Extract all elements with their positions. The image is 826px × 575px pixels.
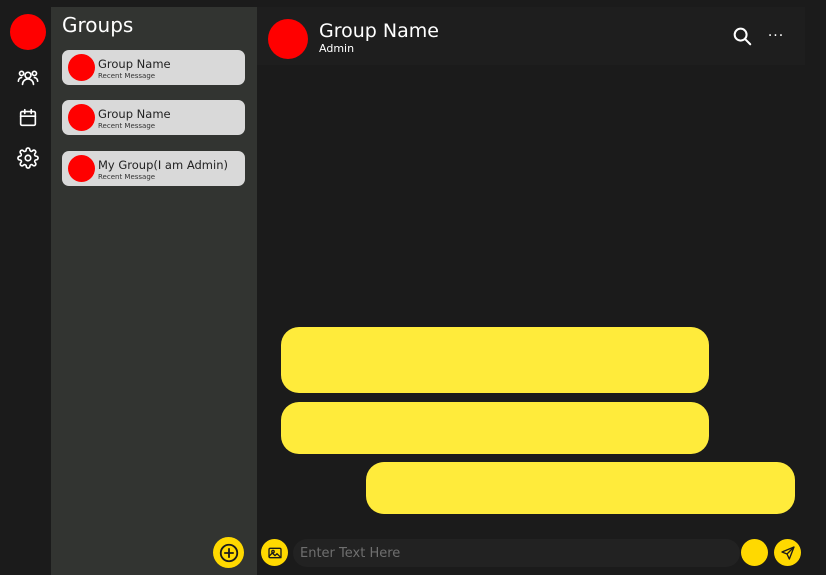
user-avatar[interactable]: [10, 14, 46, 50]
users-icon[interactable]: [17, 67, 39, 89]
chat-user-role: Admin: [319, 42, 355, 55]
image-icon: [267, 547, 282, 558]
nav-rail: [0, 0, 51, 575]
group-recent-message: Recent Message: [98, 122, 156, 130]
group-recent-message: Recent Message: [98, 173, 156, 181]
groups-panel: Groups Group Name Recent Message Group N…: [51, 7, 257, 575]
chat-group-avatar[interactable]: [268, 19, 308, 59]
groups-title: Groups: [62, 13, 134, 37]
group-name: Group Name: [98, 107, 171, 121]
group-avatar: [68, 155, 95, 182]
message-bubble-sent: [366, 462, 795, 514]
group-name: My Group(I am Admin): [98, 158, 228, 172]
group-list-item[interactable]: Group Name Recent Message: [62, 100, 245, 135]
gear-icon[interactable]: [17, 147, 39, 169]
send-icon: [780, 545, 795, 560]
chat-group-name: Group Name: [319, 20, 439, 42]
add-group-button[interactable]: [213, 537, 244, 568]
send-button[interactable]: [774, 539, 801, 566]
group-avatar: [68, 54, 95, 81]
group-list-item[interactable]: Group Name Recent Message: [62, 50, 245, 85]
group-list-item[interactable]: My Group(I am Admin) Recent Message: [62, 151, 245, 186]
message-bubble-received: [281, 402, 709, 454]
attach-image-button[interactable]: [261, 539, 288, 566]
more-icon[interactable]: ···: [765, 25, 787, 47]
chat-messages: [257, 65, 805, 535]
chat-header: Group Name Admin ···: [257, 7, 805, 65]
group-avatar: [68, 104, 95, 131]
message-bubble-received: [281, 327, 709, 393]
group-recent-message: Recent Message: [98, 72, 156, 80]
message-composer: [257, 535, 826, 575]
message-input[interactable]: [293, 539, 740, 567]
emoji-button[interactable]: [741, 539, 768, 566]
search-icon[interactable]: [731, 25, 753, 47]
calendar-icon[interactable]: [17, 107, 39, 129]
plus-circle-icon: [219, 543, 238, 562]
group-name: Group Name: [98, 57, 171, 71]
